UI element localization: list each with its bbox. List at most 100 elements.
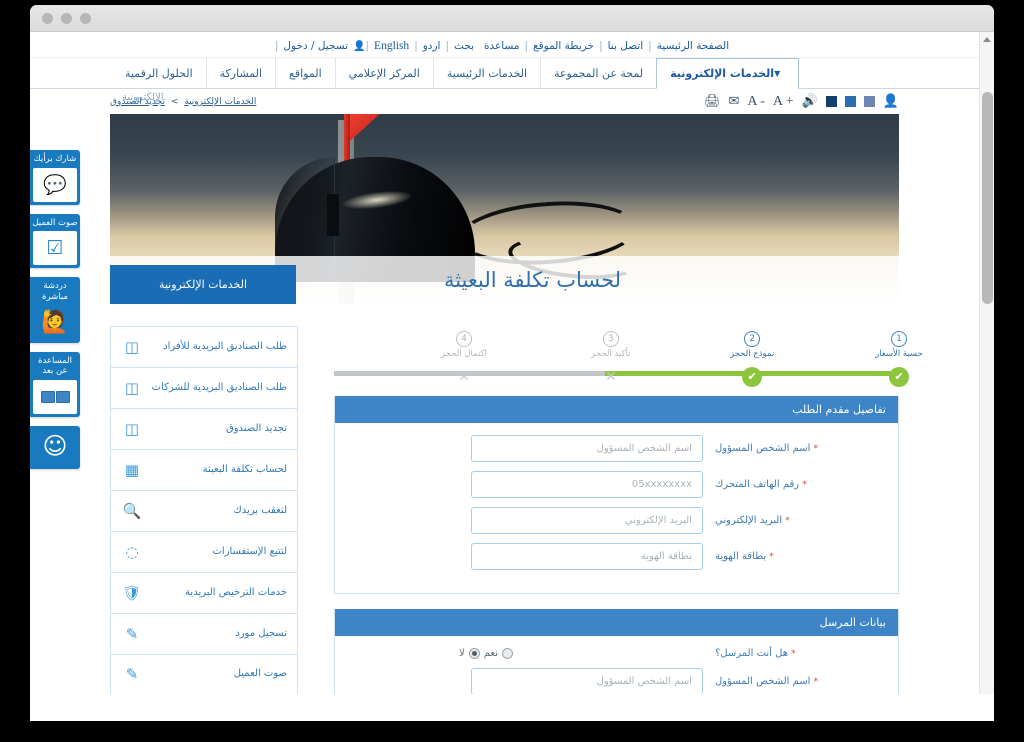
page-tools-row: الخدمات الإلكترونية > تجديد الصندوق 🖨 ✉ … [30, 89, 979, 114]
utility-separator: | [648, 40, 652, 52]
hero-section-badge: الخدمات الإلكترونية [110, 265, 296, 304]
scrollbar-thumb[interactable] [982, 92, 993, 304]
radio-yes[interactable] [468, 648, 480, 659]
service-item-postal-licensing[interactable]: خدمات الترخيص البريدية 🛡 [110, 572, 298, 613]
utility-item-urdu[interactable]: اردو [418, 40, 446, 52]
widget-satisfaction[interactable]: ☺ [30, 425, 80, 469]
field-label: * اسم الشخص المسؤول [703, 676, 888, 687]
step-number: 2 [744, 331, 761, 347]
step-4[interactable]: 4 اكتمال الحجز ✕ [420, 326, 508, 385]
nav-tab-eservices[interactable]: ▼ الخدمات الإلكترونية [656, 58, 800, 89]
theme-swatch-grey-blue[interactable] [863, 96, 875, 107]
utility-separator: | [445, 40, 450, 52]
nav-tab-locations[interactable]: المواقع [275, 58, 335, 88]
email-input[interactable] [471, 507, 703, 534]
theme-swatch-blue[interactable] [844, 96, 856, 107]
service-label: صوت العميل [233, 668, 287, 680]
service-item-customer-voice[interactable]: صوت العميل ✎ [110, 654, 298, 694]
service-label: لتعقب بريدك [233, 504, 287, 516]
service-item-track-mail[interactable]: لتعقب بريدك 🔍 [110, 490, 298, 531]
nav-tab-main-services[interactable]: الخدمات الرئيسية [432, 58, 541, 88]
step-number: 4 [455, 331, 472, 347]
nav-tab-about-group[interactable]: لمحة عن المجموعة [540, 58, 657, 88]
edit-note-icon: ✎ [125, 624, 139, 643]
contact-name-input[interactable] [471, 435, 703, 462]
font-increase-button[interactable]: A + [773, 94, 794, 109]
nav-tab-label: الخدمات الرئيسية [446, 66, 528, 80]
window-close-dot[interactable] [42, 12, 53, 24]
utility-separator: | [274, 40, 279, 52]
radio-no[interactable] [502, 648, 513, 659]
utility-item-home[interactable]: الصفحة الرئيسية [652, 40, 734, 52]
service-label: تسجيل مورد [235, 627, 287, 639]
step-label: تأكيد الحجز [591, 349, 631, 359]
field-label-text: اسم الشخص المسؤول [715, 443, 811, 454]
widget-share-opinion[interactable]: شارك برأيك 💬 [30, 150, 80, 205]
step-number: 1 [891, 331, 907, 347]
utility-item-search[interactable]: بحث [449, 40, 479, 52]
field-control: نعم لا [345, 648, 703, 659]
service-label: طلب الصناديق البريدية للشركات [151, 381, 287, 393]
nav-tab-label: المواقع [289, 66, 322, 80]
nav-tab-label: الخدمات الإلكترونية [670, 67, 775, 80]
service-item-shipment-cost-calculator[interactable]: لحساب تكلفة البعيثة ▦ [110, 449, 298, 490]
speaker-icon[interactable]: 🔊 [802, 95, 818, 108]
widget-remote-assistance[interactable]: المساعدة عن بعد [30, 351, 80, 417]
step-number: 3 [602, 331, 619, 347]
utility-nav: الصفحة الرئيسية | اتصل بنا | خريطة الموق… [30, 32, 979, 58]
service-item-individual-po-box[interactable]: طلب الصناديق البريدية للأفراد ◫ [110, 326, 298, 367]
step-3[interactable]: 3 تأكيد الحجز ✕ [567, 326, 655, 385]
breadcrumb-parent[interactable]: الخدمات الإلكترونية [184, 97, 256, 107]
field-label: * بطاقة الهوية [703, 551, 888, 562]
window-maximize-dot[interactable] [80, 12, 91, 24]
widget-live-chat[interactable]: دردشة مباشرة 🙋 [30, 277, 80, 343]
email-icon[interactable]: ✉ [728, 95, 739, 108]
panel-title: بيانات المرسل [335, 609, 898, 636]
field-label: * هل أنت المرسل؟ [703, 648, 888, 659]
print-icon[interactable]: 🖨 [704, 95, 721, 108]
step-check-icon: ✔ [742, 367, 763, 387]
utility-item-english[interactable]: English [369, 40, 414, 52]
mailbox-icon: ◫ [124, 419, 140, 438]
widget-customer-voice[interactable]: صوت العميل ☑ [30, 213, 80, 269]
nav-tab-label: الحلول الرقمية [125, 66, 193, 80]
utility-item-contact[interactable]: اتصل بنا [603, 40, 649, 52]
window-minimize-dot[interactable] [61, 12, 72, 24]
nav-tab-digital-solutions[interactable]: الحلول الرقمية [112, 58, 206, 88]
field-control [345, 507, 703, 534]
field-label: * اسم الشخص المسؤول [703, 443, 888, 454]
nav-tab-media-center[interactable]: المركز الإعلامي [334, 58, 433, 88]
utility-separator: | [599, 40, 603, 52]
widget-caption: صوت العميل [32, 217, 78, 228]
step-2[interactable]: 2 نموذج الحجز ✔ [708, 326, 796, 387]
step-1[interactable]: 1 حسبة الأسعار ✔ [855, 326, 943, 387]
field-row-sender-contact-name: * اسم الشخص المسؤول [345, 668, 888, 694]
service-item-supplier-registration[interactable]: تسجيل مورد ✎ [110, 613, 298, 654]
page-scrollbar[interactable] [979, 32, 994, 694]
sender-contact-name-input[interactable] [471, 668, 703, 694]
mobile-number-input[interactable] [471, 471, 703, 498]
service-item-track-inquiries[interactable]: لتتبع الإستفسارات ◌ [110, 531, 298, 572]
service-item-company-po-box[interactable]: طلب الصناديق البريدية للشركات ◫ [110, 367, 298, 408]
mailbox-icon: ◫ [124, 337, 140, 356]
nav-tab-participation[interactable]: المشاركة [205, 58, 276, 88]
accessibility-user-icon[interactable]: 👤 [883, 95, 899, 108]
theme-swatch-dark-blue[interactable] [825, 96, 837, 107]
nav-tab-label: المركز الإعلامي [348, 66, 420, 80]
required-asterisk: * [802, 480, 807, 490]
utility-separator: | [414, 40, 418, 52]
scroll-up-arrow-icon[interactable] [983, 37, 991, 42]
field-label-text: البريد الإلكتروني [715, 515, 783, 526]
service-label: لحساب تكلفة البعيثة [202, 463, 287, 475]
id-card-input[interactable] [471, 543, 703, 570]
applicant-details-panel: تفاصيل مقدم الطلب * اسم الشخص المسؤول اس… [334, 396, 899, 594]
required-asterisk: * [791, 649, 796, 659]
hero-caption-bar: لحساب تكلفة البعيثة الخدمات الإلكترونية [110, 256, 899, 304]
utility-item-login[interactable]: تسجيل / دخول [278, 40, 353, 52]
font-decrease-button[interactable]: A - [747, 94, 765, 109]
utility-item-sitemap[interactable]: خريطة الموقع [528, 40, 599, 52]
service-item-renew-box[interactable]: تجديد الصندوق ◫ [110, 408, 298, 449]
field-control [345, 543, 703, 570]
utility-item-help[interactable]: مساعدة [479, 40, 524, 52]
field-control [345, 435, 703, 462]
